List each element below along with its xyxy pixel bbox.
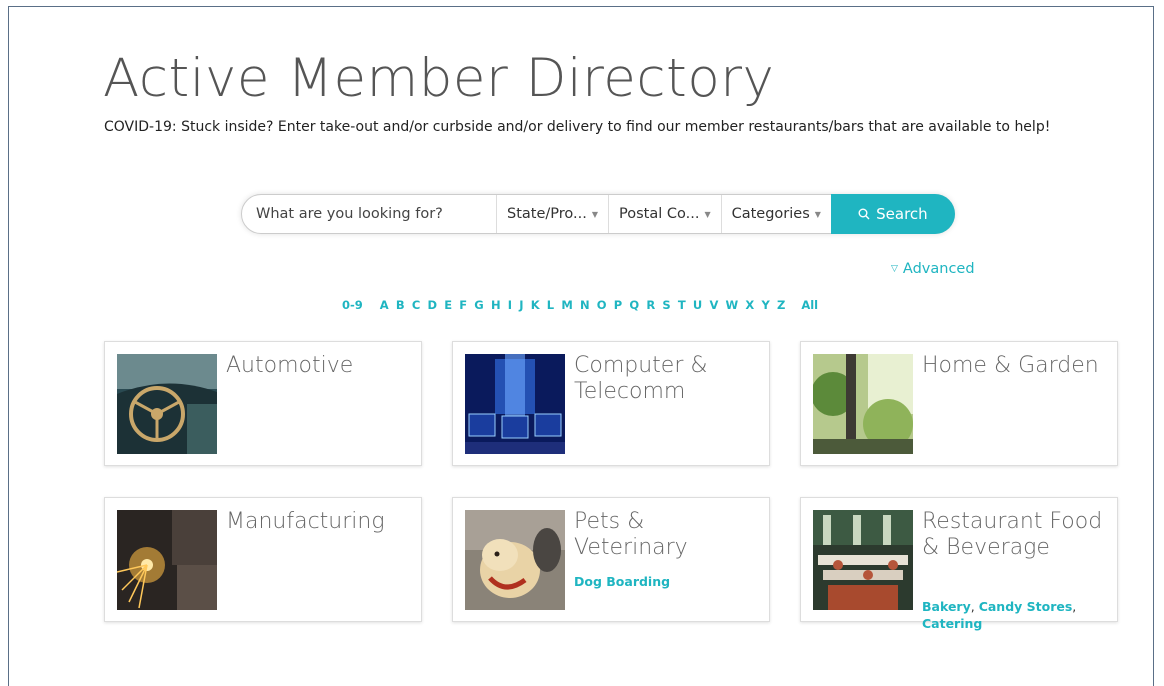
- separator: ,: [1072, 599, 1077, 614]
- alpha-filter-n[interactable]: N: [580, 298, 590, 312]
- alpha-filter-k[interactable]: K: [531, 298, 540, 312]
- categories-dropdown-label: Categories: [731, 206, 810, 222]
- alpha-filter-u[interactable]: U: [693, 298, 702, 312]
- category-title[interactable]: Pets & Veterinary: [574, 509, 764, 561]
- category-title[interactable]: Restaurant Food & Beverage: [922, 509, 1112, 561]
- restaurant-food-beverage-image: [813, 510, 913, 610]
- category-card-computer-telecomm[interactable]: Computer & Telecomm: [452, 341, 770, 466]
- alpha-filter-i[interactable]: I: [508, 298, 512, 312]
- alpha-filter-y[interactable]: Y: [761, 298, 769, 312]
- postal-dropdown-label: Postal Co...: [619, 206, 700, 222]
- triangle-down-icon: ▽: [891, 264, 898, 274]
- state-dropdown[interactable]: State/Pro... ▼: [496, 195, 608, 233]
- subcategory-links: Dog Boarding: [574, 573, 764, 590]
- alpha-filter-q[interactable]: Q: [629, 298, 639, 312]
- alpha-filter-0-9[interactable]: 0-9: [342, 298, 363, 312]
- state-dropdown-label: State/Pro...: [507, 206, 587, 222]
- covid-notice: COVID-19: Stuck inside? Enter take-out a…: [104, 119, 1051, 135]
- subcategory-link[interactable]: Dog Boarding: [574, 574, 670, 589]
- search-icon: [858, 208, 870, 220]
- automotive-image: [117, 354, 217, 454]
- subcategory-link[interactable]: Catering: [922, 616, 982, 631]
- separator: ,: [970, 599, 979, 614]
- category-title[interactable]: Home & Garden: [922, 353, 1112, 379]
- alpha-filter-x[interactable]: X: [745, 298, 754, 312]
- subcategory-link[interactable]: Candy Stores: [979, 599, 1073, 614]
- alpha-filter-w[interactable]: W: [726, 298, 739, 312]
- subcategory-link[interactable]: Bakery: [922, 599, 971, 614]
- chevron-down-icon: ▼: [591, 209, 598, 219]
- alpha-filter-h[interactable]: H: [491, 298, 501, 312]
- search-button[interactable]: Search: [830, 194, 955, 234]
- alpha-filter-a[interactable]: A: [380, 298, 389, 312]
- alpha-filter-e[interactable]: E: [444, 298, 452, 312]
- advanced-search-toggle[interactable]: ▽ Advanced: [891, 261, 975, 277]
- chevron-down-icon: ▼: [704, 209, 711, 219]
- alpha-filter-l[interactable]: L: [547, 298, 554, 312]
- alpha-filter-m[interactable]: M: [561, 298, 572, 312]
- home-garden-image: [813, 354, 913, 454]
- subcategory-links: Bakery, Candy Stores, Catering: [922, 598, 1112, 632]
- alpha-filter-t[interactable]: T: [678, 298, 686, 312]
- alpha-filter-b[interactable]: B: [396, 298, 405, 312]
- category-card-manufacturing[interactable]: Manufacturing: [104, 497, 422, 622]
- category-card-automotive[interactable]: Automotive: [104, 341, 422, 466]
- advanced-label: Advanced: [902, 261, 975, 277]
- search-button-label: Search: [876, 205, 928, 223]
- alpha-filter-f[interactable]: F: [459, 298, 467, 312]
- category-card-home-garden[interactable]: Home & Garden: [800, 341, 1118, 466]
- category-title[interactable]: Computer & Telecomm: [574, 353, 764, 405]
- alpha-filter-c[interactable]: C: [412, 298, 420, 312]
- alpha-filter-all[interactable]: All: [801, 298, 818, 312]
- postal-code-dropdown[interactable]: Postal Co... ▼: [608, 195, 721, 233]
- alpha-filter-r[interactable]: R: [646, 298, 655, 312]
- alpha-filter-g[interactable]: G: [474, 298, 483, 312]
- alpha-filter-j[interactable]: J: [519, 298, 523, 312]
- computer-telecomm-image: [465, 354, 565, 454]
- alpha-filter-v[interactable]: V: [709, 298, 718, 312]
- manufacturing-image: [117, 510, 217, 610]
- chevron-down-icon: ▼: [814, 209, 821, 219]
- category-title[interactable]: Manufacturing: [226, 509, 416, 535]
- alpha-filter-o[interactable]: O: [597, 298, 607, 312]
- category-card-pets-veterinary[interactable]: Pets & Veterinary Dog Boarding: [452, 497, 770, 622]
- page-title: Active Member Directory: [103, 48, 775, 109]
- alphabet-filter: 0-9 A B C D E F G H I J K L M N O P Q R S T U V W X Y Z All: [342, 298, 818, 312]
- search-input[interactable]: [242, 195, 496, 233]
- alpha-filter-s[interactable]: S: [662, 298, 670, 312]
- pets-veterinary-image: [465, 510, 565, 610]
- alpha-filter-d[interactable]: D: [427, 298, 437, 312]
- categories-dropdown[interactable]: Categories ▼: [720, 195, 831, 233]
- category-card-restaurant-food-beverage[interactable]: Restaurant Food & Beverage Bakery, Candy…: [800, 497, 1118, 631]
- category-title[interactable]: Automotive: [226, 353, 416, 379]
- alpha-filter-p[interactable]: P: [614, 298, 622, 312]
- alpha-filter-z[interactable]: Z: [777, 298, 785, 312]
- search-bar: State/Pro... ▼ Postal Co... ▼ Categories…: [241, 194, 955, 234]
